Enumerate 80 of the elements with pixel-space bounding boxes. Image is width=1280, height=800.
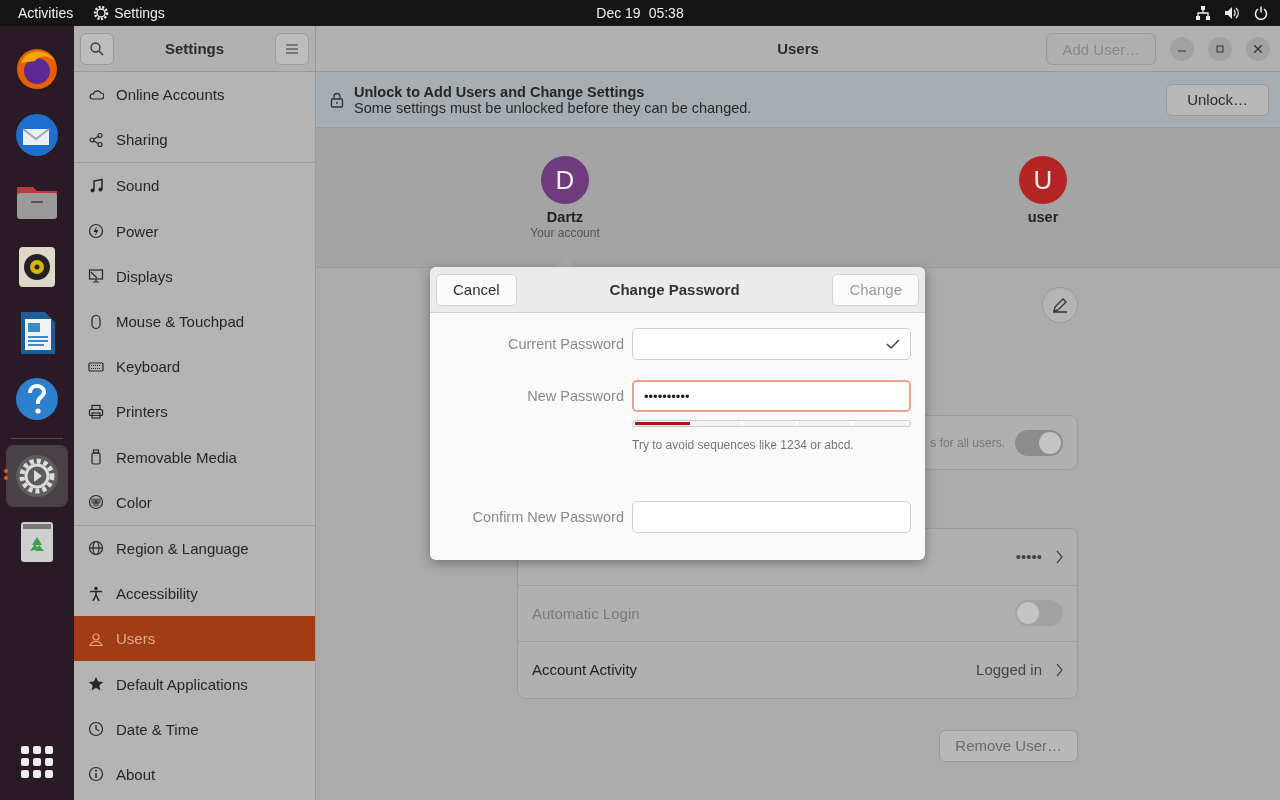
toggle-switch[interactable] xyxy=(1015,429,1063,456)
close-icon xyxy=(1254,45,1262,53)
sidebar-item[interactable]: Keyboard xyxy=(74,344,315,390)
sidebar-item[interactable]: Date & Time xyxy=(74,706,315,752)
user-avatar[interactable]: U xyxy=(1019,156,1067,204)
maximize-icon xyxy=(1216,45,1224,53)
music-note-icon xyxy=(88,177,104,194)
hint-text: Try to avoid sequences like 1234 or abcd. xyxy=(632,438,855,452)
clock-icon xyxy=(88,721,104,738)
sidebar-item[interactable]: About xyxy=(74,751,315,797)
search-icon xyxy=(89,40,105,57)
password-field[interactable]: •••••••••• xyxy=(632,380,911,412)
display-icon xyxy=(88,268,104,285)
sidebar-item[interactable]: Sharing xyxy=(74,117,315,163)
person-icon xyxy=(88,585,104,602)
lock-icon xyxy=(330,91,344,108)
maximize-button[interactable] xyxy=(1208,37,1232,61)
volume-icon[interactable] xyxy=(1224,6,1240,20)
sidebar-item[interactable]: Sound xyxy=(74,163,315,209)
printer-icon xyxy=(88,403,104,420)
activities-button[interactable]: Activities xyxy=(18,5,74,21)
field-label: Current Password xyxy=(506,335,624,354)
unlock-title: Unlock to Add Users and Change Settings xyxy=(354,83,646,100)
sidebar-item[interactable]: Online Accounts xyxy=(74,72,315,118)
row-value: Logged in xyxy=(976,661,1042,679)
search-button[interactable] xyxy=(80,32,114,65)
row-label: Account Activity xyxy=(532,661,638,679)
minimize-button[interactable] xyxy=(1170,37,1194,61)
cancel-button[interactable]: Cancel xyxy=(436,273,517,306)
power-icon[interactable] xyxy=(1254,6,1268,20)
app-menu[interactable]: Settings xyxy=(114,5,165,21)
user-name: Dartz xyxy=(546,209,584,225)
color-icon xyxy=(88,494,104,511)
sidebar-title: Settings xyxy=(164,40,225,57)
user-subtitle: Your account xyxy=(530,226,600,240)
password-value: •••••••••• xyxy=(644,388,690,404)
gear-icon xyxy=(93,5,110,21)
user-name: user xyxy=(1027,209,1059,225)
info-icon xyxy=(88,766,104,783)
menu-icon xyxy=(286,43,298,54)
dock-item[interactable] xyxy=(6,445,68,507)
field-label: New Password xyxy=(526,387,624,406)
user-avatar[interactable]: D xyxy=(541,156,589,204)
sidebar-item[interactable]: Mouse & Touchpad xyxy=(74,298,315,345)
usb-drive-icon xyxy=(88,449,104,466)
star-icon xyxy=(88,676,104,693)
unlock-message: Some settings must be unlocked before they can be changed. xyxy=(354,99,752,116)
globe-icon xyxy=(88,540,104,557)
edit-button[interactable] xyxy=(1042,287,1078,323)
help-icon xyxy=(13,375,61,423)
password-field[interactable] xyxy=(632,501,911,533)
share-icon xyxy=(88,131,104,148)
sidebar-item[interactable]: Printers xyxy=(74,389,315,435)
dialog-title: Change Password xyxy=(609,281,740,298)
sidebar-item[interactable]: Color xyxy=(74,479,315,525)
sidebar-item[interactable]: Default Applications xyxy=(74,661,315,707)
sidebar-item[interactable]: Power xyxy=(74,208,315,254)
sidebar-item[interactable]: Displays xyxy=(74,253,315,299)
settings-row[interactable]: Account Activity Logged in xyxy=(518,642,1077,698)
sidebar-item[interactable]: Region & Language xyxy=(74,525,315,572)
mouse-icon xyxy=(88,313,104,330)
pencil-icon xyxy=(1052,297,1068,313)
unlock-button[interactable]: Unlock… xyxy=(1166,83,1269,116)
network-icon[interactable] xyxy=(1196,6,1210,20)
window-title: Users xyxy=(777,40,819,57)
row-value: ••••• xyxy=(1015,548,1042,566)
gear-icon xyxy=(13,452,61,500)
user-icon xyxy=(88,630,104,647)
app-grid-icon[interactable] xyxy=(21,746,53,778)
chevron-right-icon xyxy=(1056,549,1063,564)
close-button[interactable] xyxy=(1246,37,1270,61)
chevron-right-icon xyxy=(1056,662,1063,677)
envelope-icon xyxy=(13,111,61,159)
date-label[interactable]: Dec 19 xyxy=(596,5,641,21)
sidebar-item[interactable]: Accessibility xyxy=(74,571,315,617)
sidebar-item[interactable]: Removable Media xyxy=(74,434,315,480)
power-icon xyxy=(88,223,104,240)
password-field[interactable] xyxy=(632,328,911,360)
field-label: Confirm New Password xyxy=(471,508,624,527)
time-label[interactable]: 05:38 xyxy=(648,5,684,21)
